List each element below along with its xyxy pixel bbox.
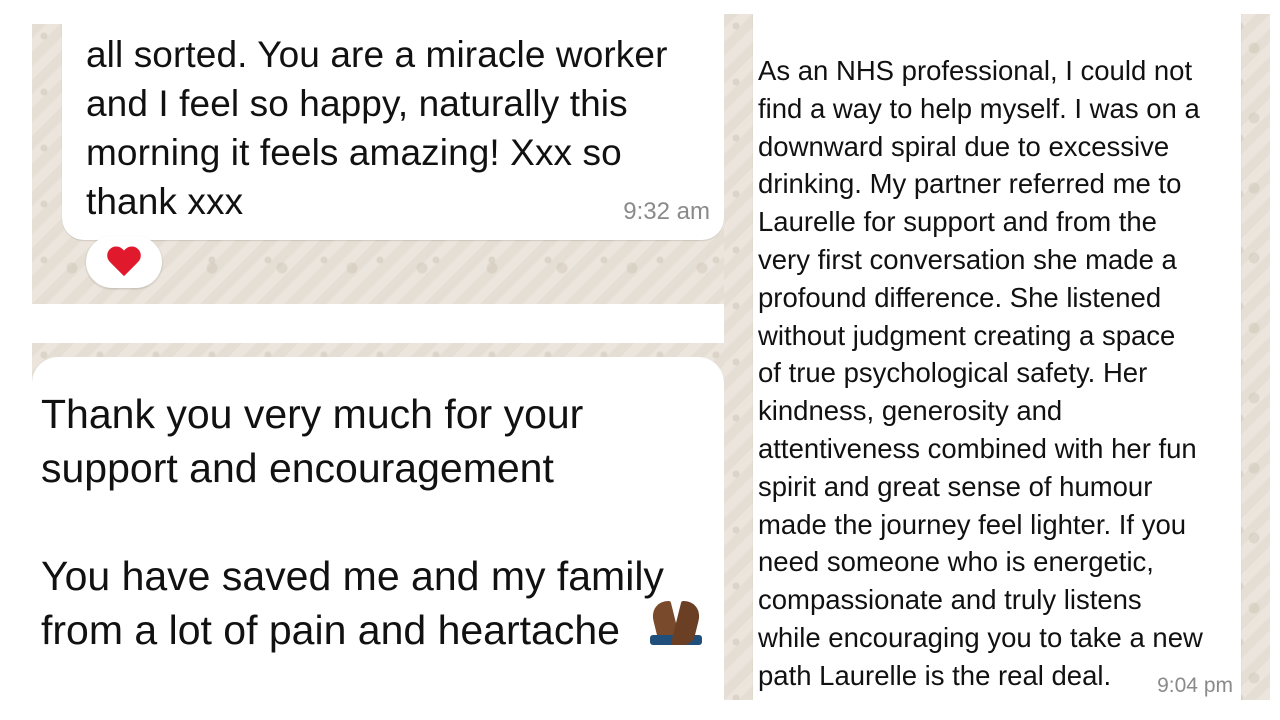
- message-text: all sorted. You are a miracle worker and…: [86, 34, 668, 222]
- heart-icon: [107, 245, 141, 279]
- chat-screenshot-top-left: all sorted. You are a miracle worker and…: [32, 24, 724, 304]
- chat-screenshot-right: As an NHS professional, I could not find…: [724, 14, 1270, 700]
- message-bubble[interactable]: all sorted. You are a miracle worker and…: [62, 24, 724, 240]
- chat-screenshot-bottom-left: Thank you very much for your support and…: [32, 343, 724, 653]
- message-bubble[interactable]: As an NHS professional, I could not find…: [753, 14, 1241, 700]
- reaction-badge[interactable]: [86, 236, 162, 288]
- message-text: As an NHS professional, I could not find…: [758, 55, 1203, 691]
- testimonial-collage: all sorted. You are a miracle worker and…: [0, 0, 1280, 720]
- message-text: Thank you very much for your support and…: [41, 391, 664, 653]
- message-bubble[interactable]: Thank you very much for your support and…: [32, 357, 724, 653]
- message-timestamp: 9:04 pm: [1157, 674, 1233, 697]
- folded-hands-icon: [650, 599, 702, 645]
- message-timestamp: 9:32 am: [623, 198, 710, 225]
